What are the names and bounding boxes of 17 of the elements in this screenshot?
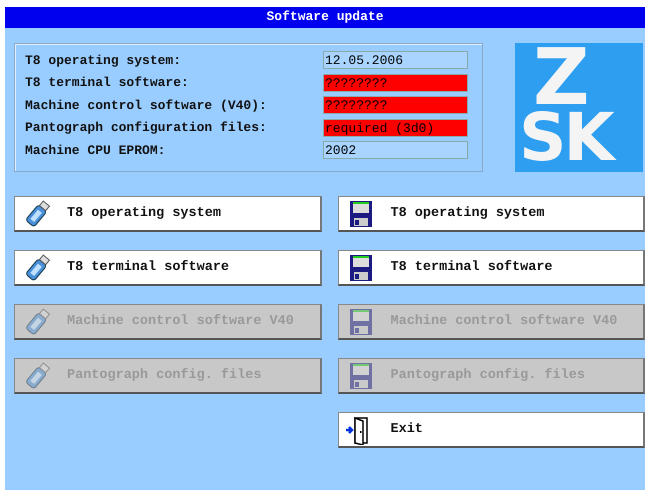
logo: Z SK: [515, 43, 643, 172]
usb-import-button[interactable]: T8 terminal software: [14, 250, 322, 286]
version-label: Machine control software (V40):: [25, 98, 268, 113]
exit-button[interactable]: Exit: [338, 412, 645, 448]
version-value: ????????: [323, 74, 468, 92]
usb-import-button[interactable]: T8 operating system: [14, 196, 322, 232]
version-label: Pantograph configuration files:: [25, 120, 268, 136]
version-value: 2002: [323, 141, 468, 160]
version-label: T8 terminal software:: [25, 75, 190, 90]
version-value: 12.05.2006: [323, 51, 468, 70]
version-value: ????????: [323, 96, 468, 114]
version-value: required (3d0): [323, 118, 468, 137]
version-label: Machine CPU EPROM:: [25, 142, 166, 158]
version-label: T8 operating system:: [25, 52, 182, 68]
window-title: Software update: [5, 7, 645, 28]
disk-import-button[interactable]: T8 terminal software: [338, 250, 645, 286]
disk-import-button[interactable]: T8 operating system: [338, 196, 645, 232]
